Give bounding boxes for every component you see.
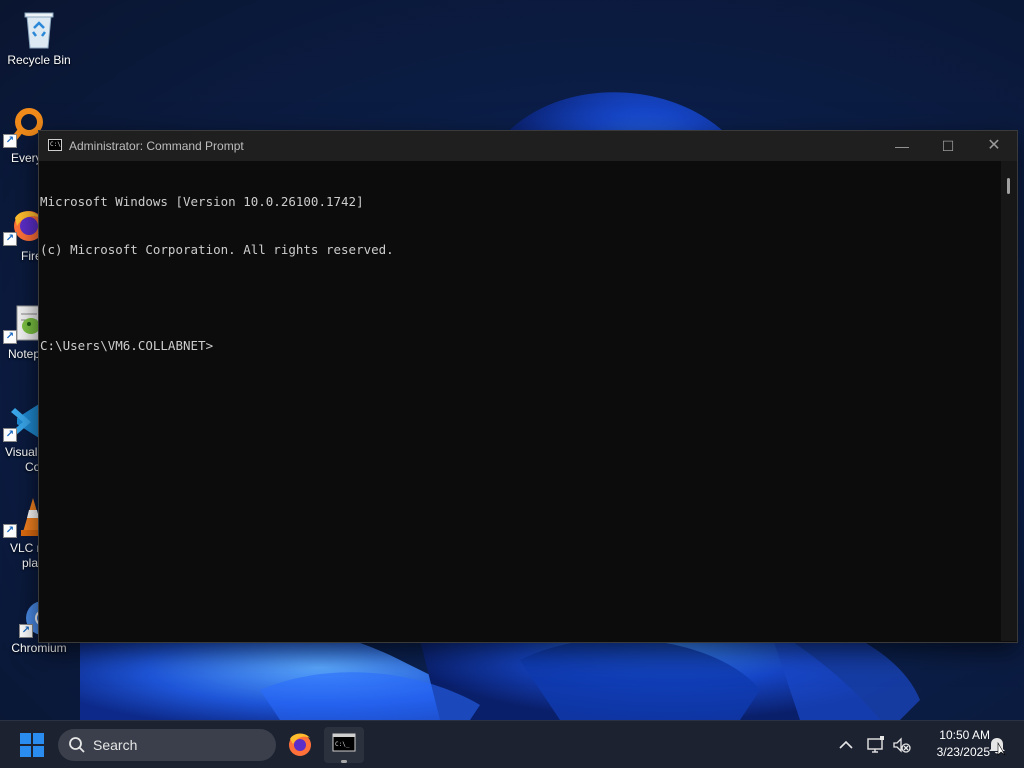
vertical-scrollbar[interactable]: [1001, 161, 1017, 641]
desktop-icon-label-line2: pla: [22, 556, 39, 570]
clock-time: 10:50 AM: [939, 728, 990, 742]
notification-bell-icon[interactable]: [986, 734, 1008, 756]
desktop-icon-label: Chromium: [11, 641, 67, 655]
desktop-icon-label: Every: [11, 151, 42, 165]
close-icon: ✕: [987, 137, 1001, 154]
shortcut-arrow-icon: ↗: [3, 134, 17, 148]
shortcut-arrow-icon: ↗: [3, 428, 17, 442]
command-prompt-icon[interactable]: C:\: [48, 139, 62, 151]
desktop-icon-label: Visual: [5, 445, 38, 459]
search-placeholder: Search: [93, 737, 138, 753]
desktop-icon-label: Fire: [21, 249, 42, 263]
search-icon: [69, 737, 85, 753]
desktop-icon-recycle-bin[interactable]: Recycle Bin: [3, 8, 75, 68]
window-titlebar[interactable]: C:\ Administrator: Command Prompt — ☐ ✕: [39, 131, 1017, 161]
desktop-icon-everything[interactable]: ↗ Every: [3, 106, 43, 166]
vlc-icon: ↗: [3, 496, 45, 538]
maximize-icon: ☐: [941, 138, 955, 154]
console-prompt-line[interactable]: C:\Users\VM6.COLLABNET>: [40, 338, 999, 354]
command-prompt-window[interactable]: C:\ Administrator: Command Prompt — ☐ ✕ …: [38, 130, 1018, 643]
console-line: Microsoft Windows [Version 10.0.26100.17…: [40, 194, 364, 209]
command-prompt-icon: C:\_: [332, 733, 356, 752]
notepad-plus-plus-icon: ↗: [3, 302, 43, 344]
desktop-icon-label-line2: Co: [25, 460, 41, 474]
close-button[interactable]: ✕: [971, 131, 1017, 161]
running-indicator: [341, 760, 347, 763]
console-output[interactable]: Microsoft Windows [Version 10.0.26100.17…: [39, 161, 999, 641]
shortcut-arrow-icon: ↗: [19, 624, 33, 638]
volume-muted-icon[interactable]: [892, 735, 912, 755]
minimize-button[interactable]: —: [879, 131, 925, 161]
desktop: Recycle Bin ↗ Every ↗ Fire ↗ Notep ↗ Vis…: [0, 0, 1024, 768]
firefox-icon: ↗: [3, 204, 44, 246]
svg-text:C:\_: C:\_: [335, 741, 350, 748]
desktop-icon-vscode[interactable]: ↗ Visual Co: [3, 400, 43, 475]
taskbar-command-prompt-button[interactable]: C:\_: [324, 727, 364, 763]
shortcut-arrow-icon: ↗: [3, 232, 17, 246]
windows-logo-icon: [20, 733, 44, 757]
desktop-icon-label: Notep: [8, 347, 41, 361]
window-title: Administrator: Command Prompt: [69, 139, 244, 153]
start-button[interactable]: [16, 731, 48, 759]
scrollbar-thumb[interactable]: [1007, 178, 1010, 194]
shortcut-arrow-icon: ↗: [3, 524, 17, 538]
tray-overflow-button[interactable]: [836, 735, 856, 755]
console-line: (c) Microsoft Corporation. All rights re…: [40, 242, 394, 257]
desktop-icon-firefox[interactable]: ↗ Fire: [3, 204, 44, 264]
desktop-icon-notepad-plus-plus[interactable]: ↗ Notep: [3, 302, 43, 362]
taskbar-clock[interactable]: 10:50 AM 3/23/2025: [918, 727, 990, 763]
maximize-button[interactable]: ☐: [925, 131, 971, 161]
desktop-icon-label: Recycle Bin: [7, 53, 71, 67]
clock-date: 3/23/2025: [936, 745, 990, 759]
taskbar: Search C:\_ 10:50 AM 3/23/2025: [0, 720, 1024, 768]
taskbar-firefox-button[interactable]: [280, 727, 320, 763]
minimize-icon: —: [895, 138, 909, 154]
visual-studio-code-icon: ↗: [3, 400, 43, 442]
everything-search-icon: ↗: [3, 106, 43, 148]
recycle-bin-icon: [19, 8, 59, 50]
desktop-icon-vlc[interactable]: ↗ VLC r pla: [3, 496, 45, 571]
chevron-up-icon: [839, 740, 853, 749]
network-icon[interactable]: [866, 735, 886, 755]
shortcut-arrow-icon: ↗: [3, 330, 17, 344]
taskbar-search-box[interactable]: Search: [58, 729, 276, 761]
desktop-icon-label: VLC r: [10, 541, 41, 555]
firefox-icon: [289, 733, 311, 756]
